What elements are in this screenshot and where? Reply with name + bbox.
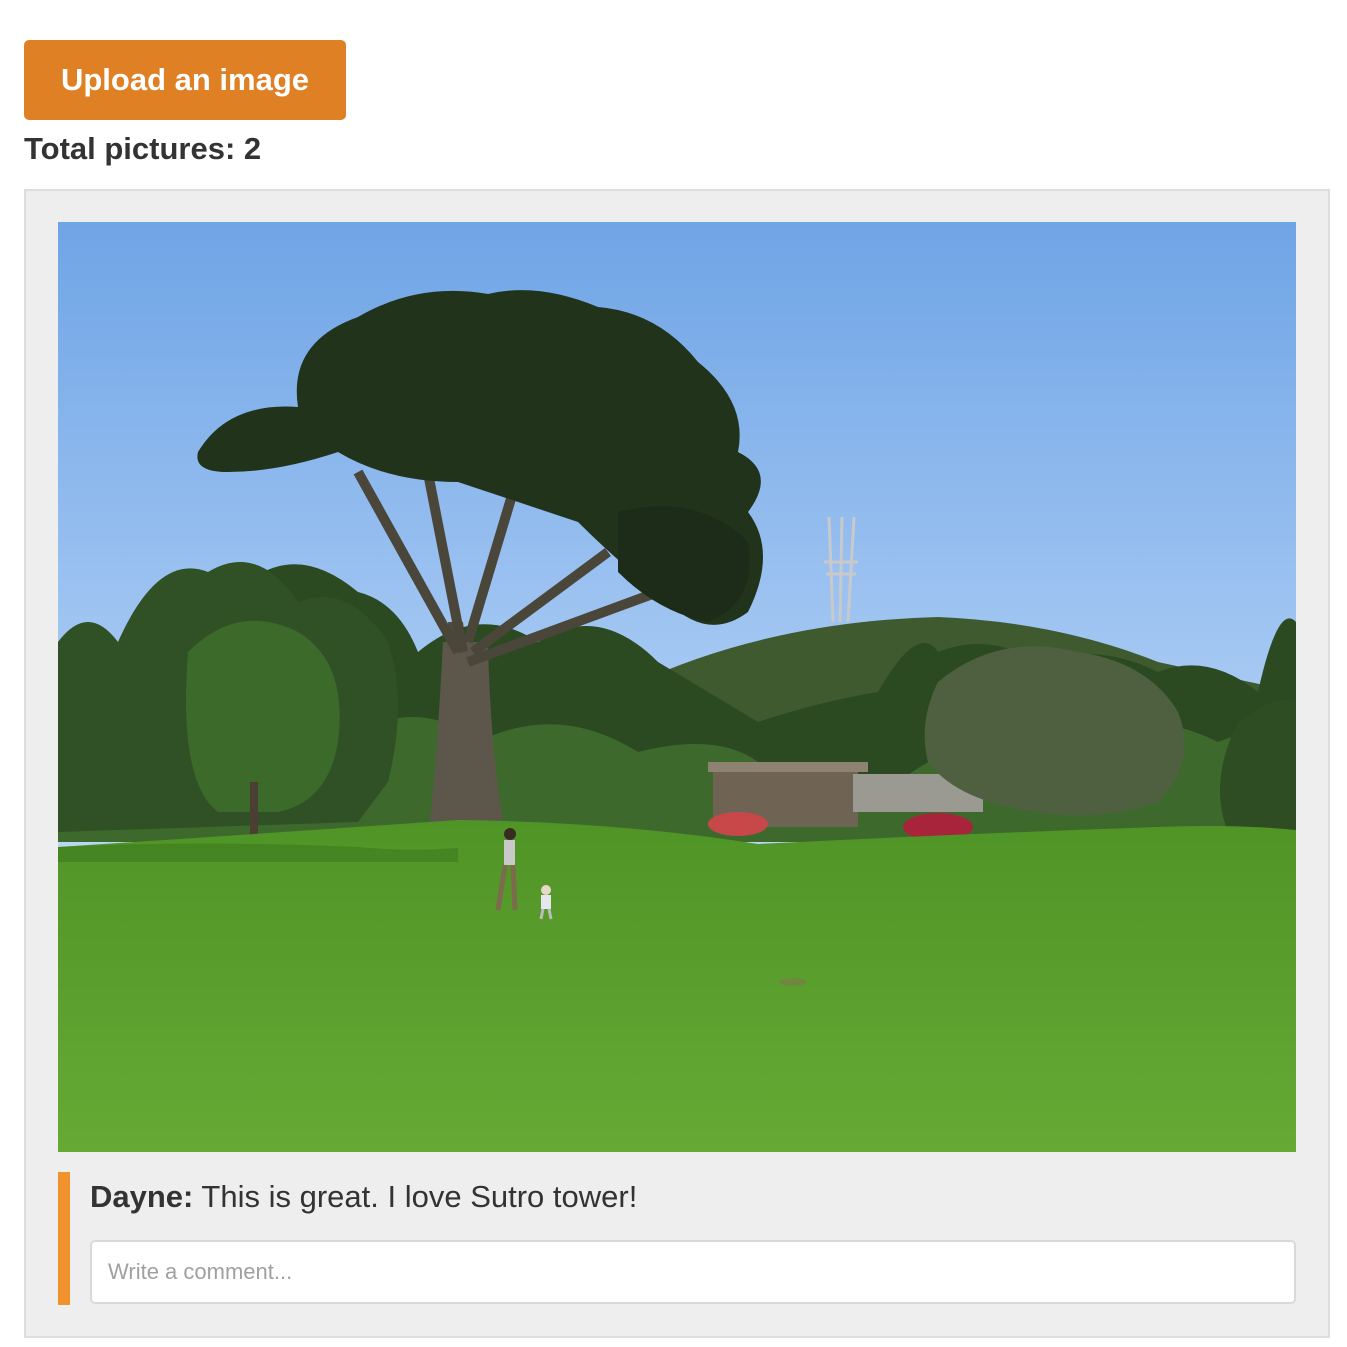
comment-thread: Dayne: This is great. I love Sutro tower… xyxy=(58,1172,1296,1305)
upload-image-button[interactable]: Upload an image xyxy=(24,40,346,120)
total-pictures-count: Total pictures: 2 xyxy=(24,131,262,166)
comment-input[interactable] xyxy=(90,1240,1296,1304)
comment-author: Dayne: xyxy=(90,1179,194,1214)
comment-text: This is great. I love Sutro tower! xyxy=(193,1179,638,1214)
comment-item: Dayne: This is great. I love Sutro tower… xyxy=(90,1178,637,1216)
picture-card: Dayne: This is great. I love Sutro tower… xyxy=(24,189,1330,1338)
park-photo[interactable] xyxy=(58,222,1296,1152)
